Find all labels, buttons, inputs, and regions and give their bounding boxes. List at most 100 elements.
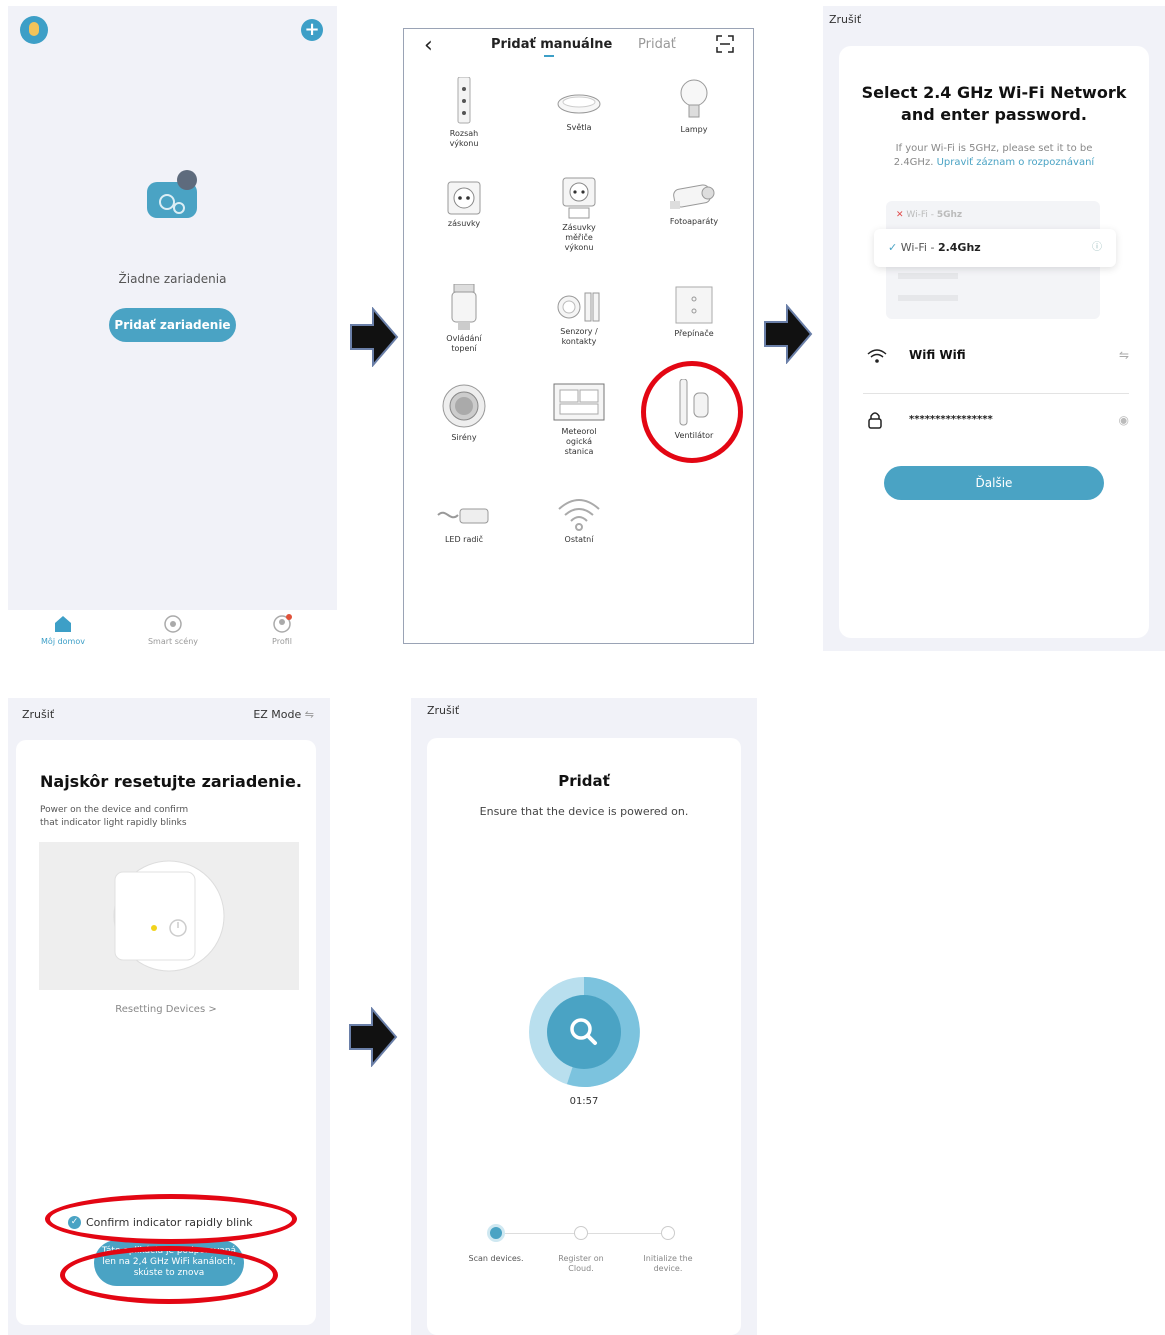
cancel-button[interactable]: Zrušiť (829, 13, 861, 26)
adding-title: Pridať (558, 772, 610, 790)
category-label: zásuvky (447, 219, 481, 228)
category-lights[interactable]: Světla (524, 89, 634, 133)
switch-network-icon[interactable]: ⇋ (1119, 348, 1129, 362)
countdown-timer: 01:57 (569, 1096, 599, 1107)
tab-smart-scenes[interactable]: Smart scény (128, 614, 218, 646)
category-other[interactable]: Ostatní (524, 497, 634, 545)
resetting-devices-link[interactable]: Resetting Devices > (16, 1004, 316, 1015)
cloud-step-icon (574, 1226, 588, 1240)
category-label: Senzory / kontakty (560, 327, 598, 346)
category-sensors[interactable]: Senzory / kontakty (524, 291, 634, 347)
category-weather-station[interactable]: Meteorol ogická stanica (524, 383, 634, 457)
category-label: Sirény (451, 433, 477, 442)
desc-line: Power on the device and confirm (40, 805, 189, 815)
tab-profile[interactable]: Profil (237, 614, 327, 646)
wifi-card: Select 2.4 GHz Wi-Fi Network and enter p… (839, 46, 1149, 638)
home-icon (55, 616, 71, 632)
wifi-setup-screen: Zrušiť Select 2.4 GHz Wi-Fi Network and … (823, 6, 1165, 651)
step-active-dot (487, 1224, 505, 1242)
network-prefix: Wi-Fi - (900, 241, 938, 254)
lock-icon (868, 412, 882, 429)
tab-label: Môj domov (41, 637, 85, 646)
weather-station-icon (553, 383, 605, 421)
eye-icon[interactable]: ◉ (1119, 413, 1129, 427)
highlight-ring (60, 1246, 278, 1304)
highlight-ring (641, 361, 743, 463)
ssid-row[interactable]: Wifi Wifi ⇋ (863, 346, 1129, 370)
profile-icon (273, 614, 292, 633)
flow-arrow-icon (349, 1007, 398, 1067)
category-label: Světla (566, 123, 592, 132)
category-label: Meteorol ogická stanica (561, 427, 597, 456)
info-icon: ⓘ (1092, 242, 1102, 253)
step-register-label: Register on Cloud. (558, 1254, 604, 1273)
mode-label: EZ Mode (253, 708, 302, 721)
network-24g-row: ✓ Wi-Fi - 2.4Ghz ⓘ (874, 229, 1116, 267)
placeholder-bar (898, 295, 958, 301)
tab-my-home[interactable]: Môj domov (18, 614, 108, 646)
tab-manual-add[interactable]: Pridať manuálne (491, 37, 612, 52)
category-sockets[interactable]: zásuvky (409, 181, 519, 229)
category-label: LED radič (444, 535, 484, 544)
device-indicator-illustration (113, 860, 225, 972)
smart-scene-icon (164, 615, 182, 633)
category-label: Ovládání topení (446, 334, 482, 353)
hint-line: If your Wi-Fi is 5GHz, please set it to … (895, 143, 1093, 154)
socket-icon (447, 181, 481, 215)
adding-card: Pridať Ensure that the device is powered… (427, 738, 741, 1335)
category-heating-control[interactable]: Ovládání topení (409, 284, 519, 354)
category-label: Ostatní (564, 535, 594, 544)
cancel-button[interactable]: Zrušiť (427, 704, 459, 717)
category-label: Zásuvky měřiče výkonu (562, 223, 596, 252)
cancel-button[interactable]: Zrušiť (22, 708, 54, 721)
tab-auto-add[interactable]: Pridať (638, 37, 676, 52)
placeholder-bar (898, 273, 958, 279)
hint-line: 2.4GHz. Upraviť záznam o rozpoznávaní (859, 156, 1129, 170)
hint-prefix: 2.4GHz. (893, 157, 934, 168)
flow-arrow-icon (350, 307, 399, 367)
thermostat-valve-icon (451, 284, 477, 330)
mode-switch[interactable]: EZ Mode ⇋ (253, 708, 314, 721)
avatar[interactable] (20, 16, 48, 44)
category-switches[interactable]: Přepínače (639, 285, 749, 339)
category-power-strip[interactable]: Rozsah výkonu (409, 77, 519, 149)
scan-icon[interactable] (716, 35, 734, 53)
highlight-ring (45, 1194, 297, 1244)
password-field[interactable]: **************** (909, 414, 993, 425)
bottom-tab-bar: Môj domov Smart scény Profil (8, 610, 337, 654)
active-tab-indicator (544, 55, 554, 57)
adding-device-screen: Zrušiť Pridať Ensure that the device is … (411, 698, 757, 1335)
reset-title: Najskôr resetujte zariadenie. (40, 772, 302, 791)
wall-switch-icon (675, 286, 713, 324)
reset-illustration (39, 842, 299, 990)
home-screen: + Žiadne zariadenia Pridať zariadenie Mô… (8, 6, 337, 654)
siren-icon (442, 384, 486, 428)
camera-icon (670, 184, 715, 209)
password-row[interactable]: **************** ◉ (863, 410, 1129, 434)
title-line: Select 2.4 GHz Wi-Fi Network (861, 83, 1127, 102)
adding-subtitle: Ensure that the device is powered on. (479, 805, 689, 818)
light-bulb-icon (680, 79, 708, 118)
add-device-button[interactable]: Pridať zariadenie (109, 308, 236, 342)
category-label: Fotoaparáty (669, 217, 719, 226)
step-scan-label: Scan devices. (468, 1254, 524, 1263)
hint-link[interactable]: Upraviť záznam o rozpoznávaní (937, 157, 1095, 168)
init-step-icon (661, 1226, 675, 1240)
search-progress-ring (529, 976, 640, 1087)
back-chevron-icon[interactable]: ‹ (424, 33, 433, 58)
add-device-plus-button[interactable]: + (301, 19, 323, 41)
wifi-title: Select 2.4 GHz Wi-Fi Network and enter p… (839, 82, 1149, 126)
no-devices-illustration (147, 170, 197, 218)
reset-description: Power on the device and confirm that ind… (40, 804, 240, 830)
category-cameras[interactable]: Fotoaparáty (639, 181, 749, 227)
empty-state-text: Žiadne zariadenia (118, 272, 227, 286)
wifi-icon (558, 499, 600, 531)
category-power-meter-sockets[interactable]: Zásuvky měřiče výkonu (524, 177, 634, 253)
title-line: and enter password. (901, 105, 1087, 124)
flow-arrow-icon (764, 304, 813, 364)
next-button[interactable]: Ďalšie (884, 466, 1104, 500)
category-sirens[interactable]: Sirény (409, 383, 519, 443)
divider (863, 393, 1129, 394)
category-lamps[interactable]: Lampy (639, 79, 749, 135)
category-led-controller[interactable]: LED radič (409, 503, 519, 545)
